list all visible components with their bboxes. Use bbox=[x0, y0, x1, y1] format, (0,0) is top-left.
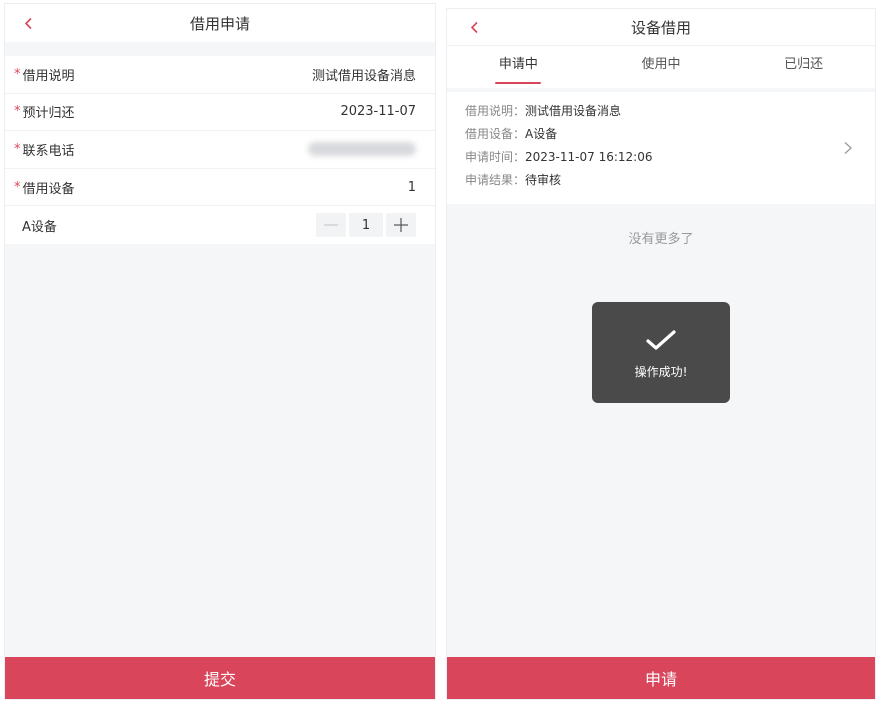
device-name: A设备 bbox=[22, 219, 57, 235]
increase-button[interactable] bbox=[386, 213, 416, 238]
record-field-result: 申请结果：待审核 bbox=[465, 169, 875, 192]
back-chevron-icon bbox=[470, 21, 478, 33]
required-mark: * bbox=[14, 141, 21, 157]
page-title: 借用申请 bbox=[189, 14, 250, 33]
field-key: 申请时间： bbox=[465, 150, 526, 165]
quantity-value[interactable]: 1 bbox=[349, 213, 383, 238]
active-tab-indicator bbox=[495, 82, 542, 84]
field-label: 联系电话 bbox=[22, 143, 75, 159]
required-mark: * bbox=[14, 66, 21, 82]
record-field-apply-time: 申请时间：2023-11-07 16:12:06 bbox=[465, 146, 875, 169]
required-mark: * bbox=[14, 179, 21, 195]
minus-icon bbox=[324, 224, 338, 226]
back-chevron-icon bbox=[24, 17, 32, 29]
form-row-return-date[interactable]: * 预计归还 2023-11-07 bbox=[5, 94, 435, 132]
device-borrowing-screen: 设备借用 申请中 使用中 已归还 借用说明：测试借用设备消息 借用设备：A设备 … bbox=[446, 8, 876, 700]
field-value: A设备 bbox=[525, 126, 558, 141]
record-field-purpose: 借用说明：测试借用设备消息 bbox=[465, 100, 875, 123]
field-key: 借用说明： bbox=[465, 103, 526, 118]
quantity-stepper: 1 bbox=[316, 213, 416, 238]
check-icon bbox=[646, 330, 676, 350]
phone-input-redacted[interactable] bbox=[308, 142, 416, 157]
form-row-phone[interactable]: * 联系电话 bbox=[5, 131, 435, 169]
list-end-text: 没有更多了 bbox=[628, 232, 694, 247]
device-count-value: 1 bbox=[407, 179, 416, 195]
required-mark: * bbox=[14, 104, 21, 120]
status-badge: 待审核 bbox=[525, 173, 562, 188]
borrow-form: * 借用说明 测试借用设备消息 * 预计归还 2023-11-07 * 联系电话… bbox=[5, 56, 435, 244]
tab-applying[interactable]: 申请中 bbox=[447, 46, 590, 88]
tab-label: 已归还 bbox=[784, 57, 824, 72]
tab-in-use[interactable]: 使用中 bbox=[590, 46, 733, 88]
borrow-record-card[interactable]: 借用说明：测试借用设备消息 借用设备：A设备 申请时间：2023-11-07 1… bbox=[447, 92, 875, 204]
field-label: 借用设备 bbox=[22, 181, 75, 197]
tab-returned[interactable]: 已归还 bbox=[732, 46, 875, 88]
plus-icon bbox=[394, 218, 408, 233]
device-item-row: A设备 1 bbox=[5, 206, 435, 244]
back-button[interactable] bbox=[464, 17, 484, 37]
nav-header: 借用申请 bbox=[5, 4, 435, 42]
toast-message: 操作成功! bbox=[634, 365, 688, 379]
form-row-device-count[interactable]: * 借用设备 1 bbox=[5, 169, 435, 207]
back-button[interactable] bbox=[18, 13, 38, 33]
return-date-picker[interactable]: 2023-11-07 bbox=[340, 104, 416, 119]
record-field-device: 借用设备：A设备 bbox=[465, 123, 875, 146]
field-label: 借用说明 bbox=[22, 68, 75, 84]
decrease-button[interactable] bbox=[316, 213, 346, 238]
field-key: 申请结果： bbox=[465, 173, 526, 188]
field-label: 预计归还 bbox=[22, 106, 75, 122]
submit-button[interactable]: 提交 bbox=[5, 657, 435, 699]
nav-header: 设备借用 bbox=[447, 9, 875, 46]
form-row-purpose[interactable]: * 借用说明 测试借用设备消息 bbox=[5, 56, 435, 94]
apply-button[interactable]: 申请 bbox=[447, 657, 875, 699]
purpose-input[interactable]: 测试借用设备消息 bbox=[312, 65, 416, 84]
tab-label: 使用中 bbox=[641, 57, 681, 72]
borrow-application-screen: 借用申请 * 借用说明 测试借用设备消息 * 预计归还 2023-11-07 *… bbox=[4, 3, 436, 700]
status-tabs: 申请中 使用中 已归还 bbox=[447, 46, 875, 88]
chevron-right-icon[interactable] bbox=[843, 141, 853, 155]
field-value: 测试借用设备消息 bbox=[525, 103, 622, 118]
page-title: 设备借用 bbox=[630, 18, 691, 37]
field-key: 借用设备： bbox=[465, 126, 526, 141]
tab-label: 申请中 bbox=[498, 57, 538, 72]
success-toast: 操作成功! bbox=[592, 302, 730, 403]
field-value: 2023-11-07 16:12:06 bbox=[525, 150, 653, 165]
